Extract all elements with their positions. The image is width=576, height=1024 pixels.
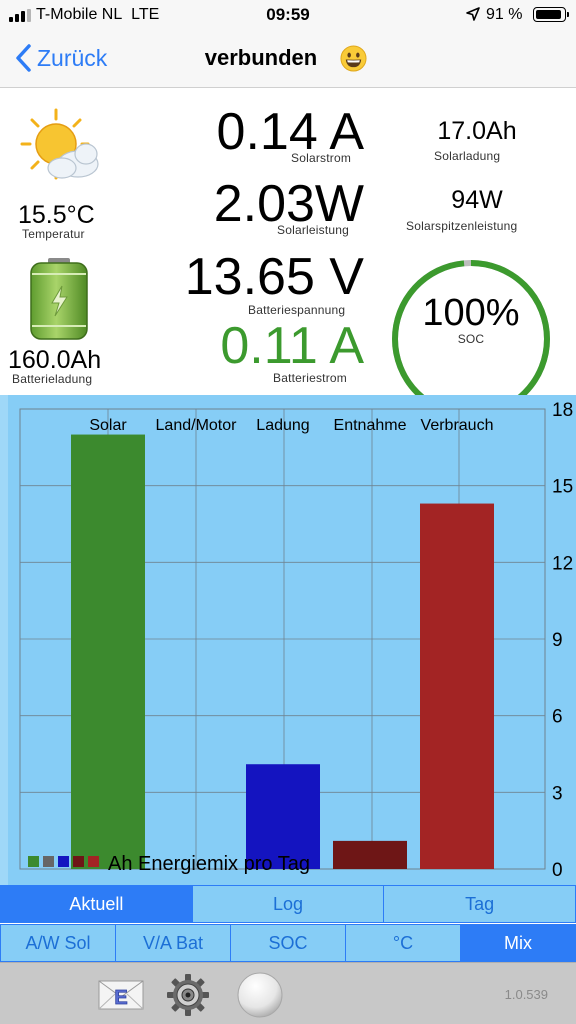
y-tick-label-18: 18 bbox=[552, 400, 573, 421]
tab-log[interactable]: Log bbox=[192, 885, 385, 923]
location-arrow-icon bbox=[466, 7, 480, 21]
readout-panel: 15.5°C Temperatur 160.0Ah Batterieladung… bbox=[0, 88, 576, 418]
bar-verbrauch bbox=[420, 503, 494, 869]
legend-swatch-4 bbox=[88, 856, 99, 867]
version-label: 1.0.539 bbox=[504, 987, 548, 1002]
y-tick-label-9: 9 bbox=[552, 630, 563, 651]
y-tick-label-6: 6 bbox=[552, 707, 563, 728]
temperature-value: 15.5°C bbox=[18, 201, 95, 229]
svg-text:E: E bbox=[114, 987, 127, 1009]
category-label-4: Verbrauch bbox=[421, 417, 494, 434]
solar-charge-label: Solarladung bbox=[434, 149, 501, 163]
battery-voltage-label: Batteriespannung bbox=[248, 303, 346, 317]
bottom-toolbar: E 1.0.539 bbox=[0, 962, 576, 1024]
solar-peak-label: Solarspitzenleistung bbox=[406, 219, 518, 233]
category-label-0: Solar bbox=[89, 417, 127, 434]
temperature-label: Temperatur bbox=[22, 227, 85, 241]
page-title: verbunden bbox=[204, 45, 318, 70]
tab-aw-sol[interactable]: A/W Sol bbox=[0, 924, 116, 962]
chart-left-band bbox=[0, 395, 8, 885]
solar-peak-value: 94W bbox=[451, 186, 503, 214]
battery-icon bbox=[533, 7, 569, 22]
battery-charging-icon bbox=[30, 258, 88, 340]
energy-mix-chart: 0 3 6 9 12 15 18 Solar Land/Motor Ladung Entnahme V… bbox=[0, 395, 576, 885]
solar-power-label: Solarleistung bbox=[277, 223, 349, 237]
category-label-2: Ladung bbox=[256, 417, 309, 434]
battery-current-value: 0.11 A bbox=[220, 317, 364, 375]
bar-entnahme bbox=[333, 840, 407, 869]
energy-mix-plot: 0 3 6 9 12 15 18 Solar Land/Motor Ladung Entnahme V… bbox=[0, 395, 573, 885]
solar-charge-value: 17.0Ah bbox=[437, 117, 517, 145]
record-button-icon[interactable] bbox=[236, 971, 284, 1019]
bar-solar bbox=[71, 434, 145, 869]
legend-swatch-3 bbox=[73, 856, 84, 867]
legend-swatch-1 bbox=[43, 856, 54, 867]
legend-swatch-2 bbox=[58, 856, 69, 867]
y-tick-label-0: 0 bbox=[552, 860, 563, 881]
view-tabs: Aktuell Log Tag bbox=[0, 885, 576, 923]
battery-charge-value: 160.0Ah bbox=[8, 346, 102, 374]
status-bar: T-Mobile NL LTE 09:59 91 % bbox=[0, 0, 576, 30]
battery-percent: 91 % bbox=[486, 6, 523, 23]
y-tick-label-15: 15 bbox=[552, 477, 573, 498]
tab-soc[interactable]: SOC bbox=[231, 924, 346, 962]
solar-current-label: Solarstrom bbox=[291, 151, 352, 165]
soc-label: SOC bbox=[457, 332, 485, 346]
grinning-face-icon bbox=[340, 45, 367, 72]
mail-envelope-icon[interactable]: E bbox=[98, 977, 144, 1011]
navigation-bar: Zurück verbunden bbox=[0, 30, 576, 88]
tab-temperature[interactable]: °C bbox=[346, 924, 461, 962]
tab-mix[interactable]: Mix bbox=[461, 924, 576, 962]
y-tick-label-12: 12 bbox=[552, 553, 573, 574]
gear-icon[interactable] bbox=[166, 973, 210, 1017]
battery-charge-label: Batterieladung bbox=[12, 372, 93, 386]
y-tick-label-3: 3 bbox=[552, 783, 563, 804]
legend-label: Ah Energiemix pro Tag bbox=[108, 853, 310, 875]
tab-tag[interactable]: Tag bbox=[384, 885, 576, 923]
tab-va-bat[interactable]: V/A Bat bbox=[116, 924, 231, 962]
legend-swatch-0 bbox=[28, 856, 39, 867]
soc-value: 100% bbox=[422, 292, 520, 334]
battery-current-label: Batteriestrom bbox=[273, 371, 347, 385]
sun-cloud-icon bbox=[20, 108, 99, 180]
category-label-3: Entnahme bbox=[334, 417, 407, 434]
chart-tabs: A/W Sol V/A Bat SOC °C Mix bbox=[0, 924, 576, 962]
category-label-1: Land/Motor bbox=[156, 417, 238, 434]
tab-aktuell[interactable]: Aktuell bbox=[0, 885, 193, 923]
battery-voltage-value: 13.65 V bbox=[184, 248, 364, 306]
